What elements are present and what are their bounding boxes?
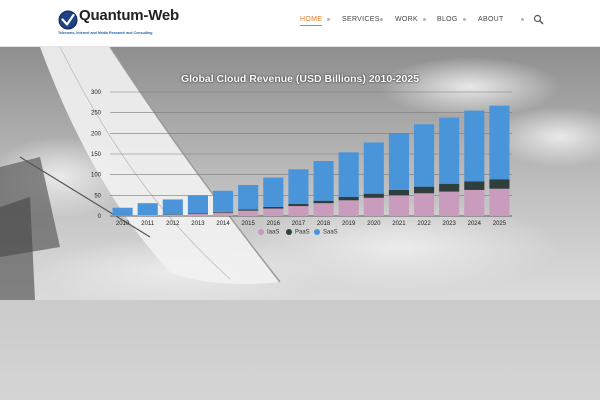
legend-swatch-saas (314, 229, 320, 235)
y-tick-label: 150 (91, 152, 102, 158)
main-nav: HOME SERVICES WORK BLOG ABOUT (0, 0, 600, 46)
bar-paas-2020 (363, 193, 384, 198)
x-tick-label: 2024 (468, 221, 482, 227)
bar-iaas-2022 (414, 193, 435, 216)
x-tick-label: 2010 (116, 221, 130, 227)
y-tick-label: 0 (98, 214, 102, 220)
page-lower-section (0, 300, 600, 400)
bar-saas-2014 (213, 190, 234, 212)
x-tick-label: 2012 (166, 221, 180, 227)
legend-swatch-paas (286, 229, 292, 235)
bar-saas-2011 (137, 203, 158, 216)
bar-iaas-2013 (187, 213, 208, 216)
nav-separator (463, 18, 466, 21)
bar-saas-2025 (489, 105, 510, 180)
search-icon[interactable] (533, 14, 544, 25)
x-tick-label: 2025 (493, 221, 507, 227)
x-tick-label: 2022 (417, 221, 431, 227)
bar-saas-2017 (288, 169, 309, 205)
x-tick-label: 2020 (367, 221, 381, 227)
bar-iaas-2019 (338, 200, 359, 216)
nav-separator (380, 18, 383, 21)
nav-separator (521, 18, 524, 21)
bar-paas-2019 (338, 196, 359, 201)
bar-iaas-2018 (313, 203, 334, 216)
x-tick-label: 2014 (216, 221, 230, 227)
bar-paas-2015 (238, 209, 259, 211)
bar-paas-2016 (263, 206, 284, 209)
legend-item-iaas: IaaS (258, 229, 279, 236)
bar-iaas-2015 (238, 210, 259, 216)
bar-saas-2024 (464, 110, 485, 182)
bar-iaas-2023 (439, 191, 460, 216)
bar-paas-2013 (187, 213, 208, 215)
bar-saas-2010 (112, 207, 133, 216)
y-tick-label: 300 (91, 90, 102, 96)
y-axis: 0 50 100 150 200 250 300 (91, 90, 102, 220)
legend-label-iaas: IaaS (267, 229, 280, 236)
x-tick-label: 2023 (443, 221, 457, 227)
site-header: Quantum-Web Telecoms, Internet and Media… (0, 0, 600, 47)
bar-iaas-2011 (137, 215, 158, 216)
bar-paas-2021 (388, 189, 409, 196)
bar-iaas-2025 (489, 188, 510, 216)
x-tick-label: 2011 (141, 221, 155, 227)
legend-item-saas: SaaS (314, 229, 338, 236)
bar-iaas-2020 (363, 197, 384, 216)
bar-paas-2018 (313, 200, 334, 204)
nav-separator (423, 18, 426, 21)
x-tick-label: 2016 (267, 221, 281, 227)
nav-blog[interactable]: BLOG (437, 16, 458, 23)
y-tick-label: 250 (91, 111, 102, 117)
bar-iaas-2014 (213, 212, 234, 216)
bar-saas-2016 (263, 177, 284, 207)
bar-saas-2015 (238, 185, 259, 210)
bar-paas-2023 (439, 183, 460, 192)
cloud-revenue-chart: 050100150200250300 2010 2011 2012 2013 2014 2… (91, 90, 512, 227)
nav-work[interactable]: WORK (395, 16, 418, 23)
nav-about[interactable]: ABOUT (478, 16, 504, 23)
bar-paas-2014 (213, 211, 234, 213)
x-tick-label: 2021 (392, 221, 406, 227)
bar-saas-2023 (439, 117, 460, 184)
bar-saas-2013 (187, 195, 208, 214)
nav-separator (327, 18, 330, 21)
bar-saas-2012 (162, 199, 183, 215)
legend-label-saas: SaaS (323, 229, 338, 236)
legend-swatch-iaas (258, 229, 264, 235)
bar-saas-2021 (388, 133, 409, 190)
bar-paas-2024 (464, 181, 485, 190)
x-tick-label: 2015 (242, 221, 256, 227)
bar-iaas-2016 (263, 208, 284, 216)
bar-paas-2012 (162, 214, 183, 215)
x-tick-label: 2013 (191, 221, 205, 227)
bar-paas-2025 (489, 179, 510, 189)
y-tick-label: 100 (91, 173, 102, 179)
x-tick-label: 2017 (292, 221, 306, 227)
y-tick-label: 200 (91, 131, 102, 137)
chart-bars (112, 105, 510, 217)
bar-iaas-2017 (288, 206, 309, 216)
bar-iaas-2012 (162, 214, 183, 216)
bar-iaas-2021 (388, 195, 409, 216)
bar-iaas-2010 (112, 215, 133, 217)
x-tick-label: 2018 (317, 221, 331, 227)
y-tick-label: 50 (94, 193, 101, 199)
nav-services[interactable]: SERVICES (342, 16, 380, 23)
bar-saas-2018 (313, 161, 334, 201)
bar-iaas-2024 (464, 189, 485, 216)
hero-slider: Global Cloud Revenue (USD Billions) 2010… (0, 47, 600, 300)
nav-home[interactable]: HOME (300, 16, 323, 26)
bar-paas-2022 (414, 186, 435, 194)
bar-saas-2019 (338, 152, 359, 197)
x-axis: 2010 2011 2012 2013 2014 2015 2016 2017 2018 2019… (116, 221, 507, 227)
bar-saas-2020 (363, 142, 384, 194)
bar-paas-2017 (288, 204, 309, 207)
legend-item-paas: PaaS (286, 229, 310, 236)
bar-saas-2022 (414, 124, 435, 187)
x-tick-label: 2019 (342, 221, 356, 227)
legend-label-paas: PaaS (295, 229, 310, 236)
